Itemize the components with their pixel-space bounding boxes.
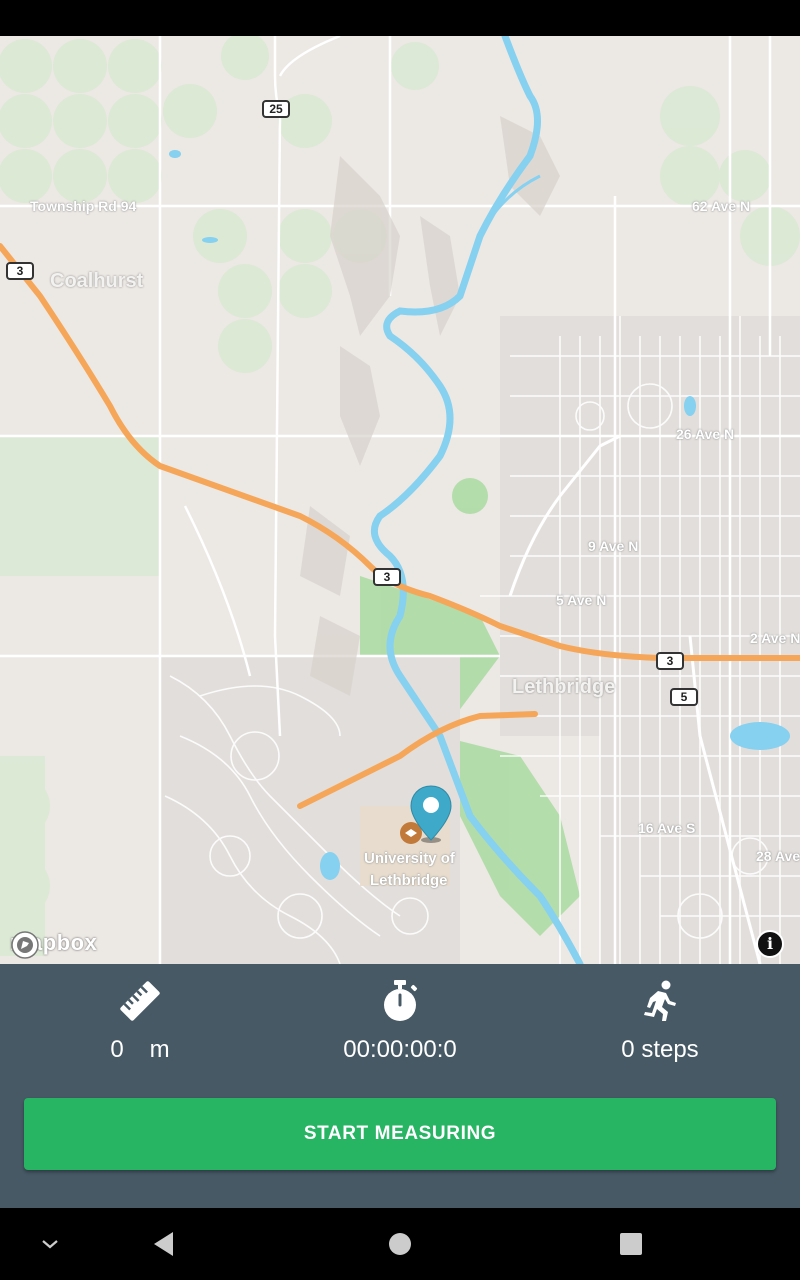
- ruler-icon: [20, 978, 260, 1024]
- mapbox-logo[interactable]: mapbox: [10, 930, 97, 959]
- map-label-township-rd: Township Rd 94: [30, 198, 137, 214]
- highway-3-shield-east: 3: [656, 652, 684, 670]
- measurement-panel: 0m 00:00:00:0 0 steps START MEASURING: [0, 964, 800, 1208]
- nav-back-icon[interactable]: [134, 1208, 194, 1280]
- mapbox-logo-icon: [11, 931, 39, 959]
- timer-stat: 00:00:00:0: [280, 978, 520, 1064]
- nav-home-icon[interactable]: [370, 1208, 430, 1280]
- highway-25-shield: 25: [262, 100, 290, 118]
- highway-3-shield: 3: [6, 262, 34, 280]
- attribution-info-icon[interactable]: i: [756, 930, 784, 958]
- nav-recents-icon[interactable]: [601, 1208, 661, 1280]
- map-label-26-ave: 26 Ave N: [676, 426, 735, 442]
- nav-collapse-chevron-icon[interactable]: [20, 1208, 80, 1280]
- map-label-5-ave: 5 Ave N: [556, 592, 607, 608]
- map-label-coalhurst: Coalhurst: [50, 270, 144, 292]
- map-label-62-ave: 62 Ave N: [692, 198, 751, 214]
- distance-unit: m: [149, 1036, 170, 1063]
- steps-value: 0 steps: [621, 1036, 699, 1063]
- timer-value: 00:00:00:0: [343, 1036, 457, 1063]
- map-label-lethbridge: Lethbridge: [512, 676, 616, 698]
- start-measuring-button[interactable]: START MEASURING: [24, 1098, 776, 1170]
- distance-stat: 0m: [20, 978, 260, 1064]
- stopwatch-icon: [280, 978, 520, 1024]
- map-label-9-ave: 9 Ave N: [588, 538, 639, 554]
- map-view[interactable]: Coalhurst Lethbridge University of Lethb…: [0, 36, 800, 964]
- highway-5-shield: 5: [670, 688, 698, 706]
- steps-stat: 0 steps: [540, 978, 780, 1064]
- map-label-2-ave: 2 Ave N: [750, 630, 800, 646]
- map-label-university-line2: Lethbridge: [370, 872, 448, 889]
- highway-3-shield-center: 3: [373, 568, 401, 586]
- map-label-16-ave-s: 16 Ave S: [638, 820, 696, 836]
- map-label-28-ave-s: 28 Ave S: [756, 848, 800, 864]
- distance-value: 0: [110, 1036, 124, 1063]
- map-label-university: University of: [364, 850, 455, 867]
- navigation-bar: [0, 1208, 800, 1280]
- status-bar: [0, 0, 800, 36]
- running-person-icon: [540, 978, 780, 1024]
